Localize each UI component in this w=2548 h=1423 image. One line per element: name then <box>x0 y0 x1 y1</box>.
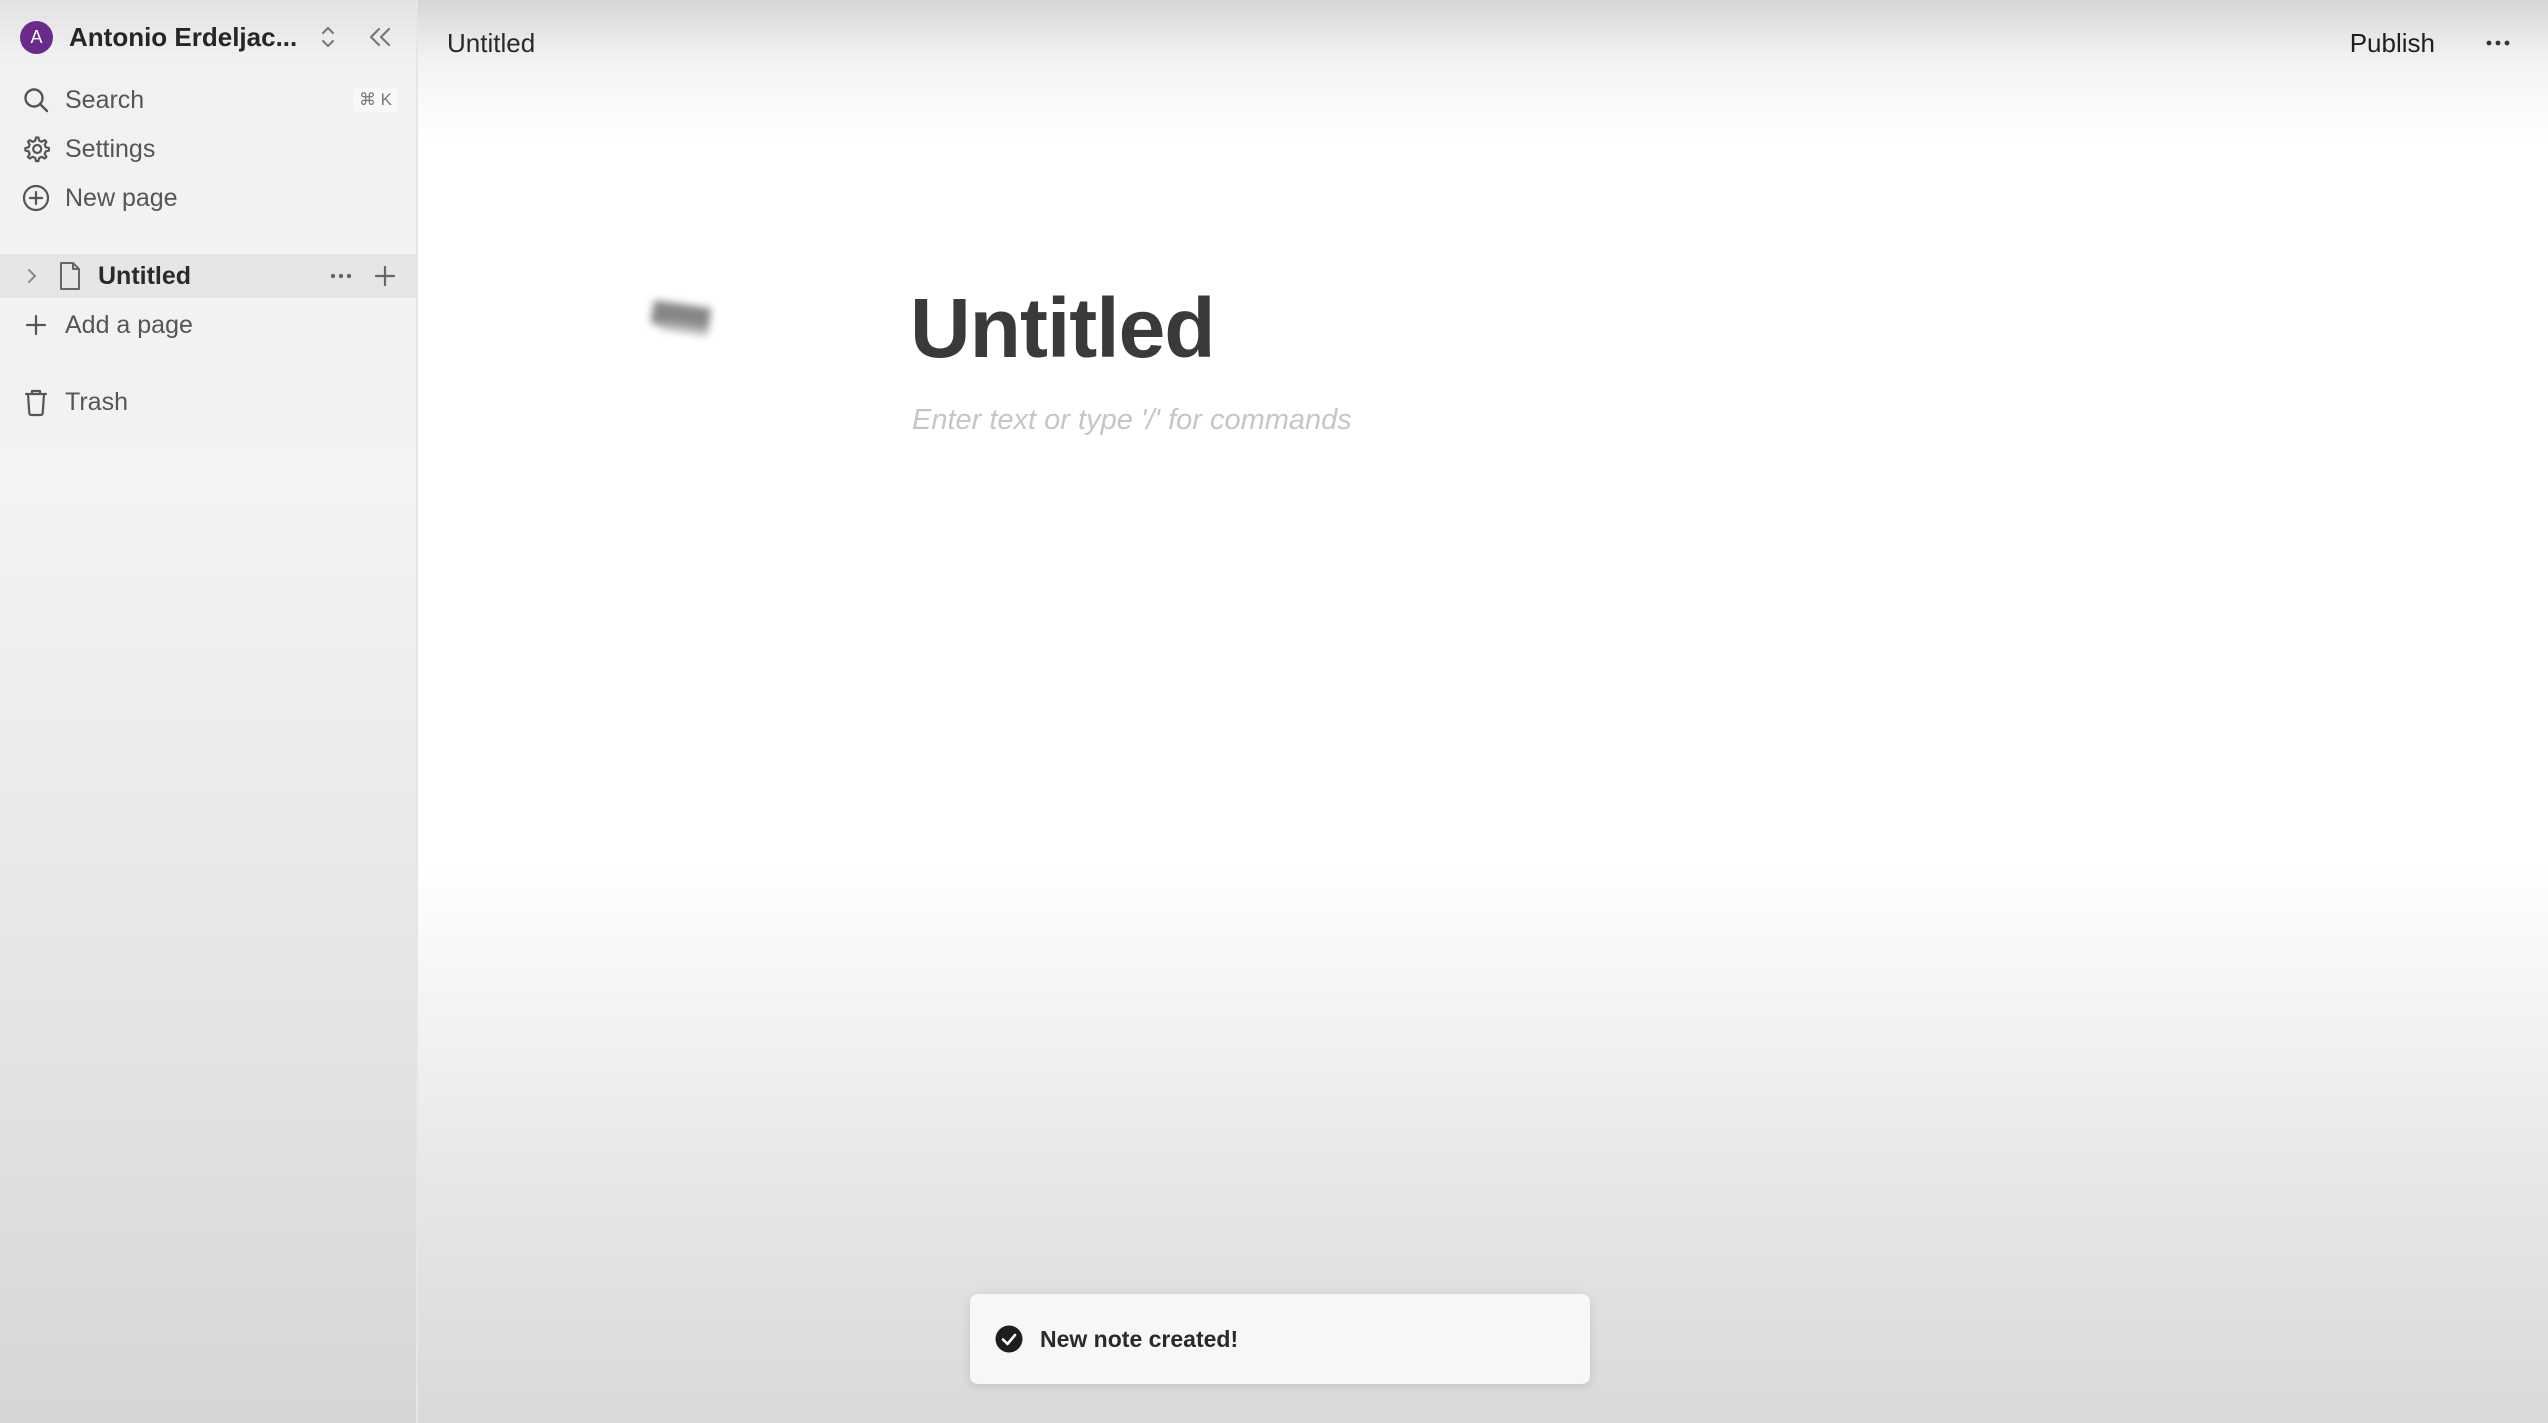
user-switcher[interactable]: A Antonio Erdeljac... <box>20 17 398 57</box>
toast-message: New note created! <box>1040 1325 1239 1352</box>
sidebar-item-search[interactable]: Search ⌘ K <box>20 79 398 121</box>
sidebar-item-label: New page <box>65 183 178 212</box>
app-window: A Antonio Erdeljac... Search ⌘ K Setting… <box>0 0 2548 1423</box>
add-page-button[interactable]: Add a page <box>20 304 398 346</box>
gear-icon <box>20 133 52 165</box>
more-horizontal-icon[interactable] <box>2478 26 2518 60</box>
sidebar-item-new-page[interactable]: New page <box>20 177 398 219</box>
more-horizontal-icon[interactable] <box>328 263 354 289</box>
sidebar-page-title: Untitled <box>98 261 192 290</box>
search-shortcut-badge: ⌘ K <box>352 88 398 112</box>
sidebar: A Antonio Erdeljac... Search ⌘ K Setting… <box>0 0 418 1423</box>
publish-button[interactable]: Publish <box>2342 24 2443 63</box>
drag-ghost-icon <box>646 294 718 346</box>
sidebar-item-label: Trash <box>65 387 128 416</box>
avatar[interactable]: A <box>20 20 53 54</box>
page-title[interactable]: Untitled <box>910 280 1216 377</box>
sidebar-item-label: Settings <box>65 134 156 163</box>
sidebar-item-settings[interactable]: Settings <box>20 128 398 170</box>
main-editor: Untitled Publish Untitled Enter text or … <box>418 0 2548 1423</box>
document-icon <box>56 260 84 292</box>
chevron-right-icon[interactable] <box>22 264 42 288</box>
plus-icon[interactable] <box>372 263 398 289</box>
page-actions <box>328 263 398 289</box>
plus-icon <box>20 309 52 341</box>
check-circle-icon <box>994 1324 1024 1354</box>
sidebar-item-trash[interactable]: Trash <box>20 381 398 423</box>
trash-icon <box>20 386 52 418</box>
double-chevron-left-icon[interactable] <box>362 19 398 55</box>
toast-notification: New note created! <box>970 1294 1590 1384</box>
add-page-label: Add a page <box>65 310 193 339</box>
chevron-up-down-icon[interactable] <box>317 21 339 53</box>
sidebar-page-item[interactable]: Untitled <box>0 254 416 298</box>
breadcrumb[interactable]: Untitled <box>447 28 535 59</box>
editor-body-placeholder[interactable]: Enter text or type '/' for commands <box>912 404 1352 437</box>
search-icon <box>20 84 52 116</box>
plus-circle-icon <box>20 182 52 214</box>
user-name[interactable]: Antonio Erdeljac... <box>69 22 297 53</box>
sidebar-item-label: Search <box>65 85 145 114</box>
